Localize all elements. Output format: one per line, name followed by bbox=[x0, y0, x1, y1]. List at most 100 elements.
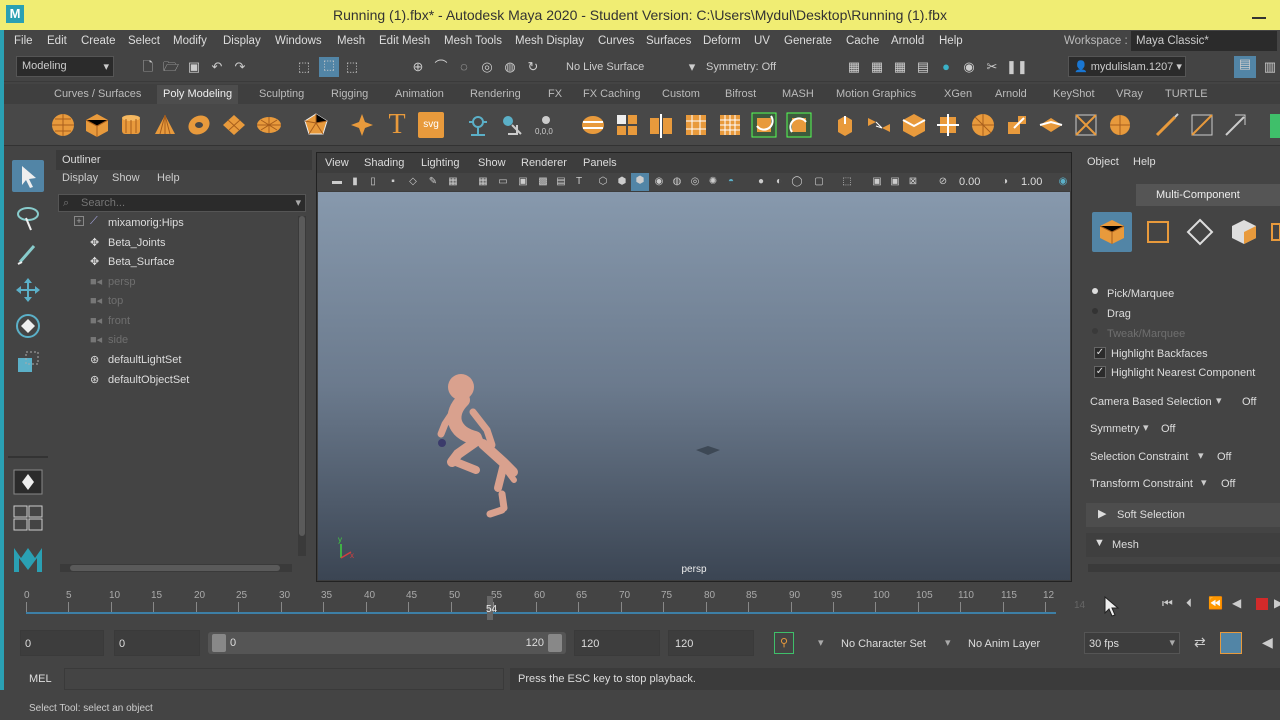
poly-disc-icon[interactable] bbox=[256, 112, 282, 138]
uv-editor-icon[interactable] bbox=[1223, 112, 1249, 138]
menu-mesh[interactable]: Mesh bbox=[337, 35, 365, 47]
history-icon[interactable]: ↻ bbox=[525, 59, 541, 75]
resolution-gate-icon[interactable]: ▭ bbox=[495, 174, 511, 190]
outliner-item-default-object-set[interactable]: ⊛ defaultObjectSet bbox=[56, 371, 306, 390]
multisample-aa-icon[interactable]: ◐ bbox=[771, 174, 787, 190]
motion-blur-icon[interactable]: ● bbox=[753, 174, 769, 190]
value-camera-based-selection[interactable]: Off bbox=[1242, 396, 1256, 408]
combine-icon[interactable] bbox=[580, 112, 606, 138]
playback-end-field[interactable]: 120 bbox=[574, 630, 660, 656]
radio-drag-icon[interactable] bbox=[1092, 308, 1098, 314]
bridge-icon[interactable] bbox=[866, 112, 892, 138]
planar-mapping-icon[interactable] bbox=[1154, 112, 1180, 138]
gamma-icon[interactable]: ◑ bbox=[997, 174, 1013, 190]
four-view-layout-icon[interactable] bbox=[12, 504, 44, 532]
character-set-dropdown[interactable]: No Character Set bbox=[841, 638, 926, 650]
smooth-icon[interactable] bbox=[683, 112, 709, 138]
chevron-down-icon[interactable]: ▾ bbox=[1143, 421, 1149, 434]
shadows-icon[interactable]: ✺ bbox=[705, 174, 721, 190]
current-frame-field[interactable]: 14 bbox=[1062, 596, 1098, 616]
live-surface-field[interactable]: No Live Surface bbox=[560, 57, 660, 77]
search-input[interactable] bbox=[81, 196, 281, 210]
menu-select[interactable]: Select bbox=[128, 35, 160, 47]
safe-title-icon[interactable]: T bbox=[571, 174, 587, 190]
poly-torus-icon[interactable] bbox=[186, 112, 212, 138]
chevron-down-icon[interactable]: ▾ bbox=[818, 636, 824, 649]
render-frame-icon[interactable]: ▦ bbox=[846, 59, 862, 75]
two-d-pan-zoom-icon[interactable]: ◇ bbox=[405, 174, 421, 190]
arnold-render-icon[interactable]: ✂ bbox=[984, 59, 1000, 75]
select-camera-icon[interactable]: ▬ bbox=[329, 174, 345, 190]
outliner-menu-show[interactable]: Show bbox=[112, 172, 140, 184]
snap-view-plane-icon[interactable]: ◎ bbox=[479, 59, 495, 75]
outliner-item-persp[interactable]: ■◂ persp bbox=[56, 273, 306, 292]
use-all-lights-icon[interactable]: ◎ bbox=[687, 174, 703, 190]
tool-settings-menu-object[interactable]: Object bbox=[1087, 156, 1119, 168]
depth-of-field-icon[interactable]: ◯ bbox=[789, 174, 805, 190]
menu-modify[interactable]: Modify bbox=[173, 35, 207, 47]
select-by-component-icon[interactable]: ⬚ bbox=[344, 59, 360, 75]
symmetry-field[interactable]: Symmetry: Off bbox=[700, 57, 790, 77]
viewport-menu-panels[interactable]: Panels bbox=[583, 157, 617, 169]
multi-cut-icon[interactable] bbox=[970, 112, 996, 138]
menu-generate[interactable]: Generate bbox=[784, 35, 832, 47]
menu-edit-mesh[interactable]: Edit Mesh bbox=[379, 35, 430, 47]
menu-edit[interactable]: Edit bbox=[47, 35, 67, 47]
move-tool-icon[interactable] bbox=[14, 276, 42, 304]
uv-mode-icon[interactable] bbox=[1270, 216, 1280, 248]
outliner-menu-help[interactable]: Help bbox=[157, 172, 180, 184]
smooth-shade-icon[interactable]: ⬢ bbox=[614, 174, 630, 190]
image-plane-icon[interactable]: ▪ bbox=[385, 174, 401, 190]
value-selection-constraint[interactable]: Off bbox=[1217, 451, 1231, 463]
new-scene-icon[interactable]: 🗋 bbox=[140, 59, 156, 75]
outliner-item-default-light-set[interactable]: ⊛ defaultLightSet bbox=[56, 351, 306, 370]
auto-key-icon[interactable]: ⚲ bbox=[774, 632, 794, 654]
poly-cube-icon[interactable] bbox=[84, 112, 110, 138]
poly-cone-icon[interactable] bbox=[152, 112, 178, 138]
tab-fx-caching[interactable]: FX Caching bbox=[583, 88, 640, 100]
outliner-horizontal-scrollbar[interactable] bbox=[60, 564, 292, 572]
camera-attributes-icon[interactable]: ▮ bbox=[347, 174, 363, 190]
wireframe-on-shaded-icon[interactable]: ◉ bbox=[651, 174, 667, 190]
select-by-object-icon[interactable]: ⬚ bbox=[319, 57, 339, 77]
step-back-key-icon[interactable]: ⏪ bbox=[1208, 596, 1223, 610]
value-symmetry[interactable]: Off bbox=[1161, 423, 1175, 435]
ipr-render-icon[interactable]: ▦ bbox=[892, 59, 908, 75]
section-mesh[interactable]: ▼ Mesh bbox=[1086, 533, 1280, 557]
gate-mask-icon[interactable]: ▣ bbox=[515, 174, 531, 190]
tab-multi-component[interactable]: Multi-Component bbox=[1136, 184, 1280, 206]
tab-fx[interactable]: FX bbox=[548, 88, 562, 100]
single-perspective-layout-icon[interactable] bbox=[12, 468, 44, 496]
film-gate-icon[interactable]: ▦ bbox=[475, 174, 491, 190]
poly-plane-icon[interactable] bbox=[221, 112, 247, 138]
channel-box-icon[interactable]: ▥ bbox=[1262, 59, 1278, 75]
chevron-down-icon[interactable]: ▾ bbox=[1216, 394, 1222, 407]
tool-settings-horizontal-scrollbar[interactable] bbox=[1088, 564, 1280, 572]
tab-motion-graphics[interactable]: Motion Graphics bbox=[836, 88, 916, 100]
go-to-start-icon[interactable]: ⏮ bbox=[1162, 596, 1173, 611]
paint-select-tool-icon[interactable] bbox=[14, 240, 42, 268]
viewport-menu-renderer[interactable]: Renderer bbox=[521, 157, 567, 169]
outliner-item-beta-surface[interactable]: ✥ Beta_Surface bbox=[56, 253, 306, 272]
default-material-icon[interactable]: ⬢ bbox=[631, 173, 649, 191]
snap-point-icon[interactable]: ◌ bbox=[456, 59, 472, 75]
play-backwards-icon[interactable]: ◀ bbox=[1232, 596, 1241, 610]
shelf-scroll-icon[interactable] bbox=[1270, 114, 1280, 138]
lasso-tool-icon[interactable] bbox=[14, 204, 42, 232]
menu-surfaces[interactable]: Surfaces bbox=[646, 35, 691, 47]
chevron-down-icon[interactable]: ▾ bbox=[1198, 449, 1204, 462]
workspace-dropdown[interactable]: Maya Classic* bbox=[1131, 31, 1277, 51]
chevron-down-icon[interactable]: ▾ bbox=[945, 636, 951, 649]
viewport-menu-shading[interactable]: Shading bbox=[364, 157, 404, 169]
render-setup-icon[interactable]: ◉ bbox=[961, 59, 977, 75]
sound-icon[interactable]: ◀ bbox=[1262, 634, 1273, 651]
bevel-icon[interactable] bbox=[901, 112, 927, 138]
render-view-icon[interactable]: ▦ bbox=[869, 59, 885, 75]
menu-windows[interactable]: Windows bbox=[275, 35, 322, 47]
safe-action-icon[interactable]: ▤ bbox=[553, 174, 569, 190]
outliner-item-front[interactable]: ■◂ front bbox=[56, 312, 306, 331]
range-slider-end-handle[interactable] bbox=[548, 634, 562, 652]
face-mode-icon[interactable] bbox=[1228, 216, 1260, 248]
expand-icon[interactable]: + bbox=[74, 216, 84, 226]
checkbox-highlight-backfaces[interactable]: ✓ bbox=[1094, 347, 1106, 359]
